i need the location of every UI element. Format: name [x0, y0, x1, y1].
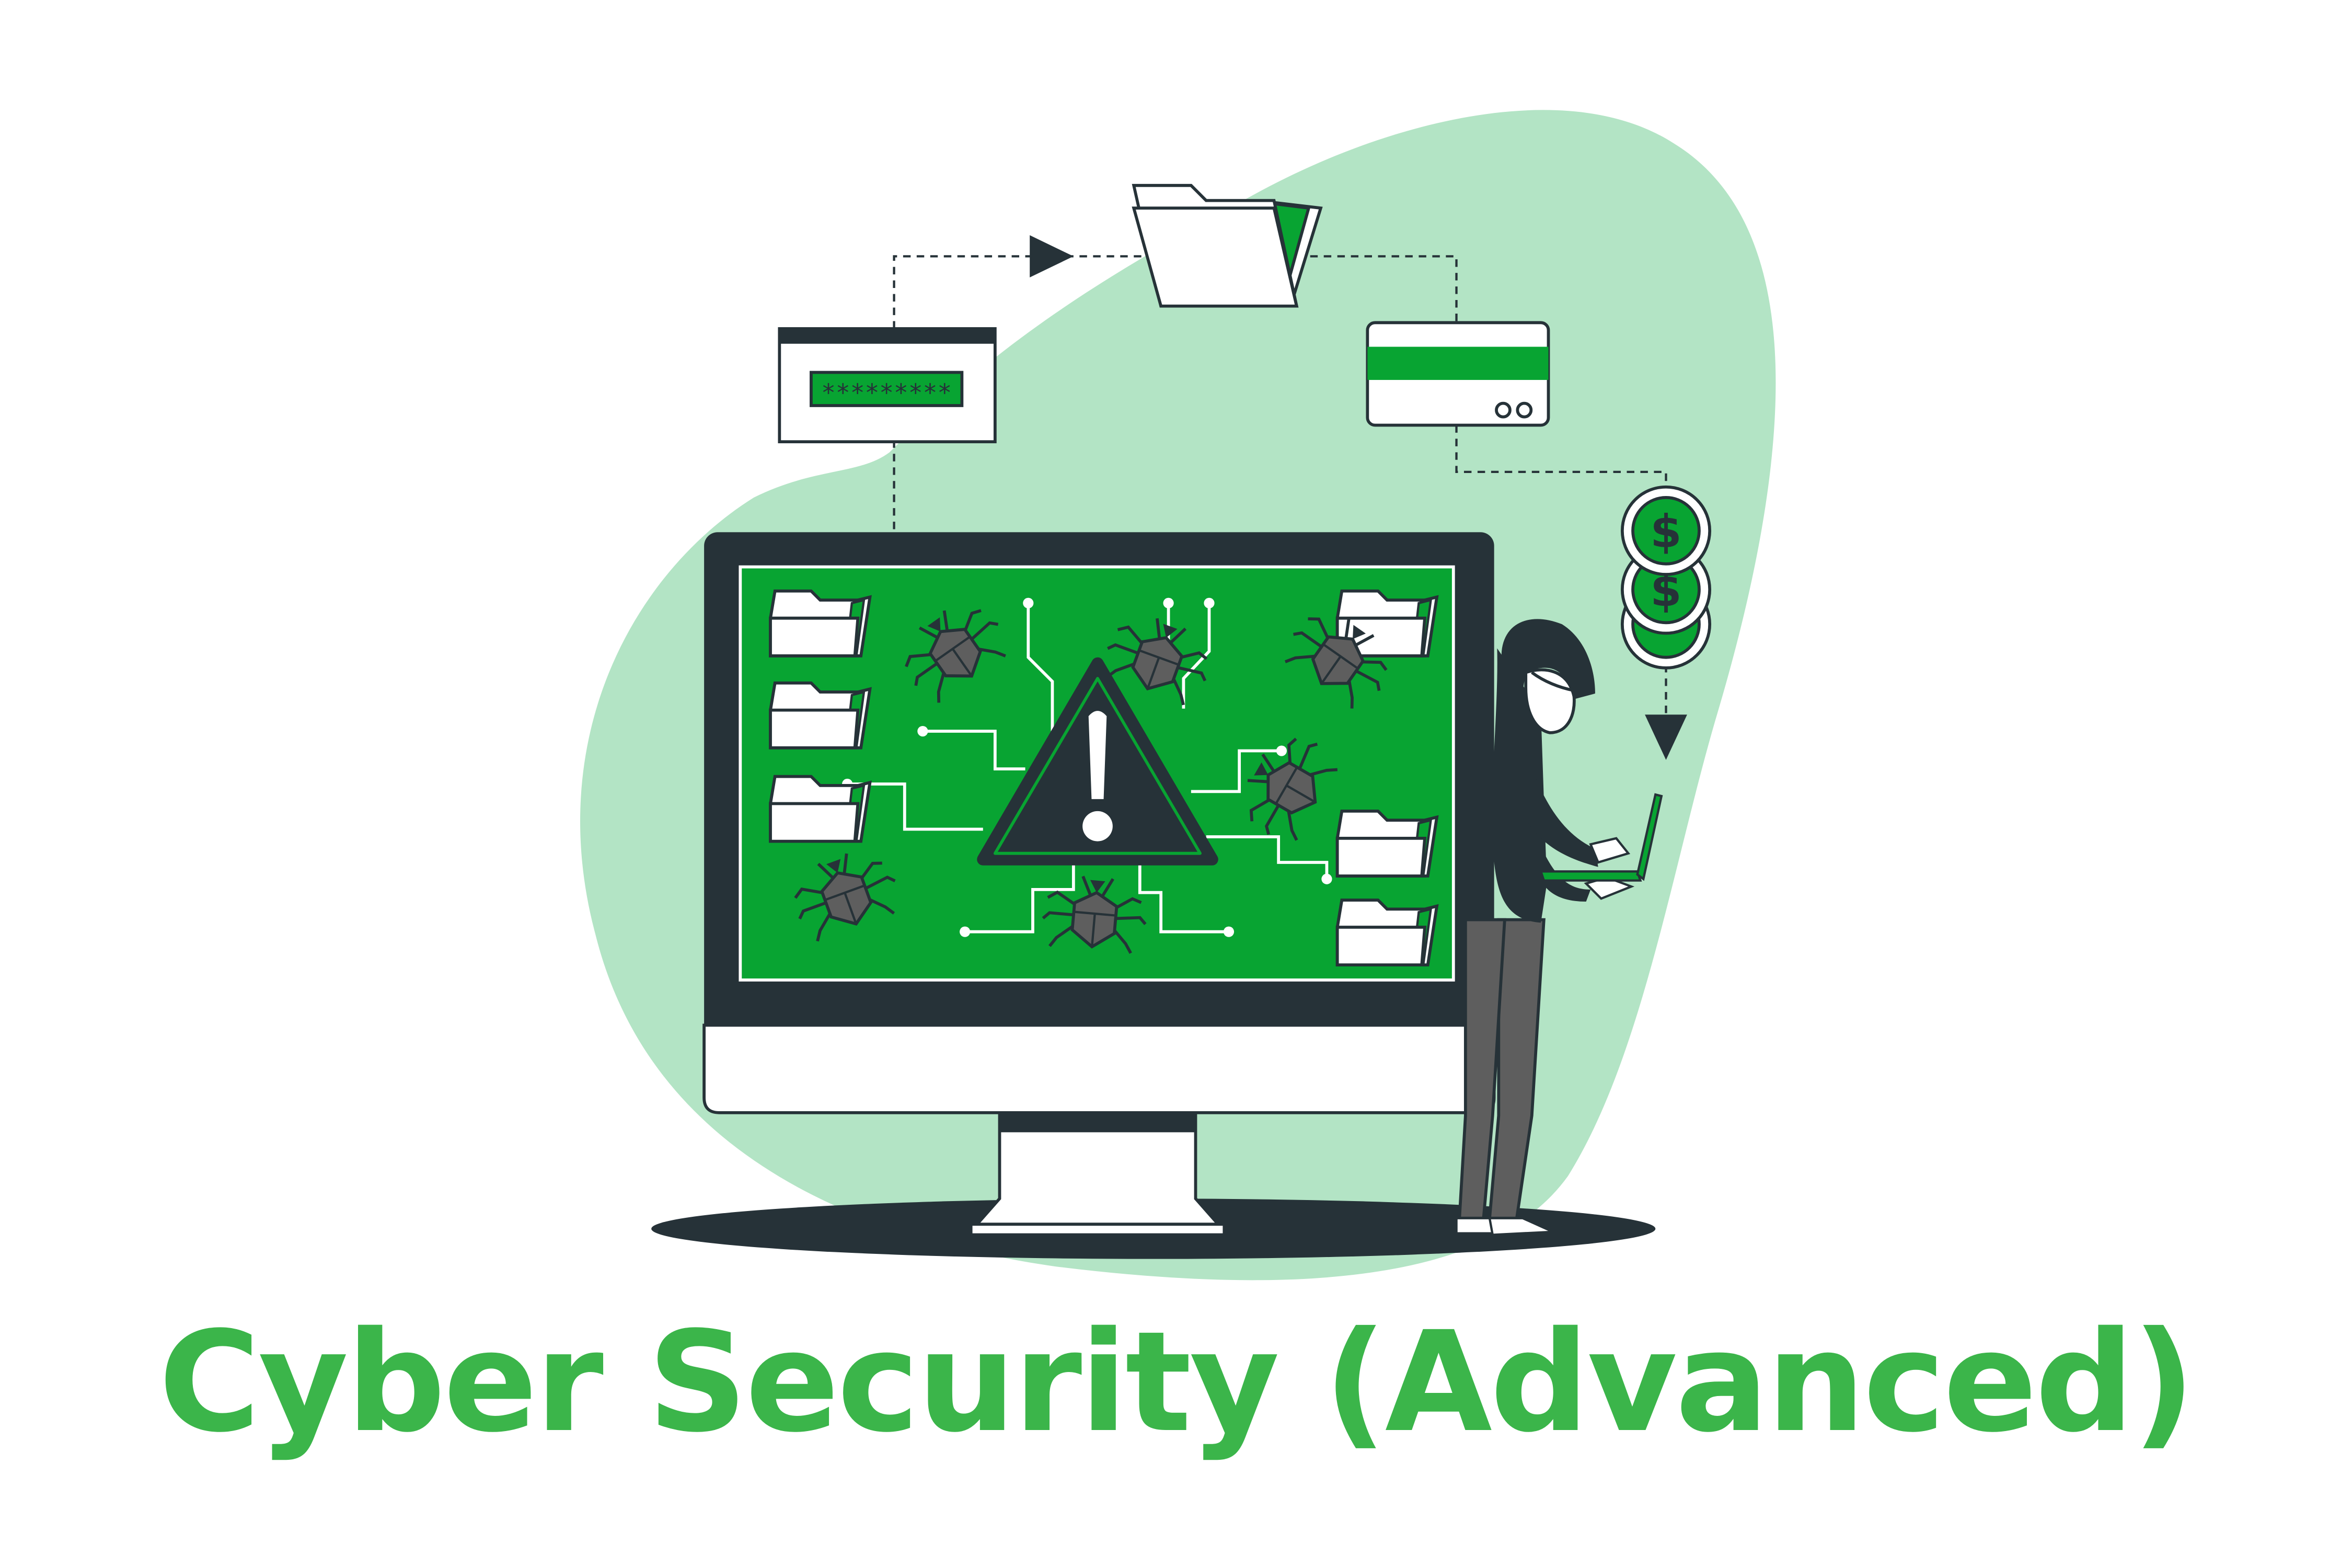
page-title: Cyber Security (Advanced)	[158, 1302, 2196, 1463]
dollar-coin-stack-icon: $ $	[1620, 485, 1712, 670]
folder-icon	[770, 591, 870, 656]
arrow-icon	[1030, 235, 1074, 278]
dollar-coin-icon: $	[1650, 506, 1681, 558]
password-window-icon: *********	[778, 327, 997, 444]
folder-icon	[1338, 900, 1437, 965]
folder-icon	[1132, 183, 1323, 308]
credit-card-icon	[1366, 321, 1550, 427]
folder-icon	[770, 777, 870, 841]
folder-icon	[1338, 811, 1437, 876]
monitor-stand	[969, 1110, 1226, 1237]
password-field-text: *********	[821, 378, 952, 407]
folder-icon	[770, 683, 870, 748]
